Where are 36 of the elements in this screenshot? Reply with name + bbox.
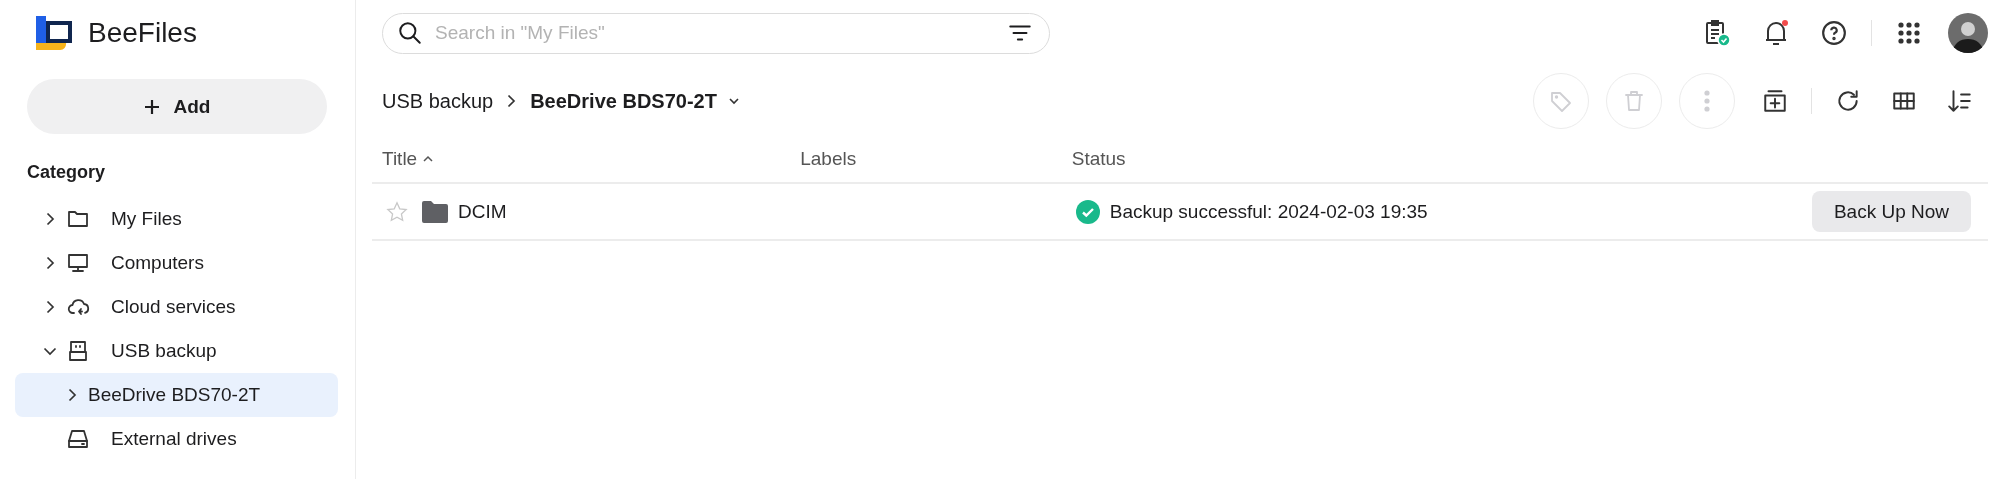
section-heading: Category — [27, 162, 107, 183]
column-header[interactable]: Labels — [800, 148, 857, 170]
breadcrumb-link[interactable]: USB backup — [382, 89, 494, 113]
avatar[interactable] — [1948, 13, 1988, 53]
logo-icon — [36, 16, 72, 50]
tag-icon — [1549, 89, 1573, 113]
hard-drive-icon — [66, 427, 90, 451]
tree-item[interactable]: External drives — [15, 417, 338, 461]
status-text: Backup successful: 2024-02-03 19:35 — [1109, 200, 1428, 223]
chevron-icon[interactable] — [67, 388, 77, 402]
back-up-now-button[interactable]: Back Up Now — [1811, 191, 1971, 232]
breadcrumb-link[interactable]: BeeDrive BDS70-2T — [530, 89, 741, 113]
search-field[interactable]: Search in "My Files" — [433, 21, 997, 45]
chevron-icon[interactable] — [45, 300, 55, 314]
star-icon[interactable] — [386, 200, 408, 223]
usb-drive-icon — [66, 339, 90, 363]
folder-icon — [422, 200, 448, 223]
tree-item[interactable]: Computers — [15, 241, 338, 285]
separator-chevron-icon — [507, 94, 517, 108]
add-button[interactable]: Add — [27, 79, 327, 134]
tree-item[interactable]: My Files — [15, 197, 338, 241]
tree-item[interactable]: USB backup — [15, 329, 338, 373]
app-title: BeeFiles — [88, 17, 197, 49]
plus-icon — [143, 98, 160, 115]
trash-icon — [1622, 89, 1646, 113]
chevron-icon[interactable] — [43, 346, 57, 356]
more-icon — [1704, 90, 1710, 112]
column-header[interactable]: Title — [382, 148, 435, 170]
chevron-icon[interactable] — [45, 256, 55, 270]
file-name[interactable]: DCIM — [458, 200, 507, 223]
tree-item[interactable]: Cloud services — [15, 285, 338, 329]
search-icon — [397, 20, 423, 46]
chevron-icon[interactable] — [45, 212, 55, 226]
tree-item[interactable]: BeeDrive BDS70-2T — [15, 373, 338, 417]
monitor-icon — [66, 251, 90, 275]
column-header[interactable]: Status — [1071, 148, 1126, 170]
